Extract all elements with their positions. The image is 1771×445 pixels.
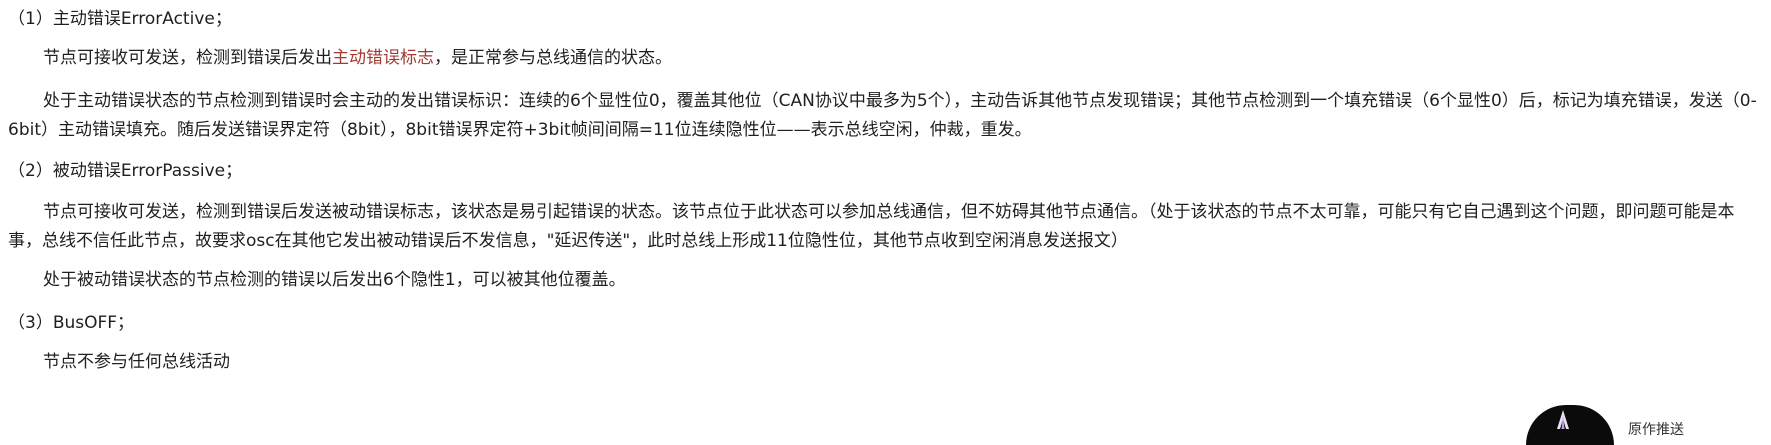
text-before-link: 节点可接收可发送，检测到错误后发出 <box>43 48 332 68</box>
heading-bus-off: （3）BusOFF； <box>8 313 135 333</box>
paragraph-error-active-summary: 节点可接收可发送，检测到错误后发出主动错误标志，是正常参与总线通信的状态。 <box>8 44 1758 73</box>
floating-widget-label[interactable]: 原作推送 <box>1628 422 1684 438</box>
paragraph-error-passive-detail: 处于被动错误状态的节点检测的错误以后发出6个隐性1，可以被其他位覆盖。 <box>43 270 626 290</box>
paragraph-error-active-detail: 处于主动错误状态的节点检测到错误时会主动的发出错误标识：连续的6个显性位0，覆盖… <box>8 91 1757 140</box>
active-error-flag-link[interactable]: 主动错误标志 <box>332 48 434 68</box>
text-after-link: ，是正常参与总线通信的状态。 <box>434 48 672 68</box>
paragraph-error-passive-summary: 节点可接收可发送，检测到错误后发送被动错误标志，该状态是易引起错误的状态。该节点… <box>8 202 1735 251</box>
paragraph-bus-off: 节点不参与任何总线活动 <box>43 352 230 372</box>
heading-error-active: （1）主动错误ErrorActive； <box>8 9 232 29</box>
floating-widget[interactable] <box>1526 405 1614 445</box>
tree-emblem-icon <box>1557 410 1569 429</box>
heading-error-passive: （2）被动错误ErrorPassive； <box>8 161 243 181</box>
